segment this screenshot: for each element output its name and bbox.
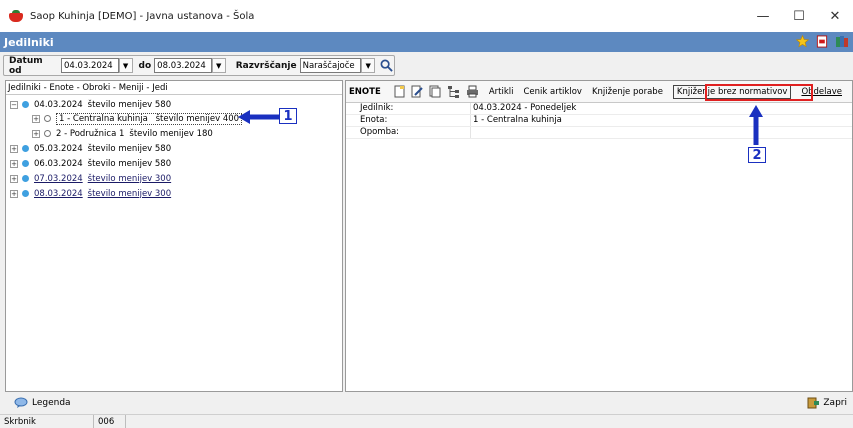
info-key: Opomba: xyxy=(346,127,471,138)
legend-button[interactable]: Legenda xyxy=(14,397,71,409)
print-icon[interactable] xyxy=(466,85,479,99)
node-text: število menijev 580 xyxy=(87,99,172,110)
legend-icon xyxy=(14,397,28,408)
star-icon[interactable] xyxy=(795,34,809,48)
tree-node-centralna[interactable]: + 1 - Centralna kuhinja število menijev … xyxy=(32,112,243,125)
section-label: ENOTE xyxy=(349,86,381,97)
annotation-arrow-left-icon xyxy=(238,110,280,124)
node-date: 07.03.2024 xyxy=(34,173,83,184)
node-text: število menijev 300 xyxy=(87,173,172,184)
expand-icon[interactable]: + xyxy=(10,159,18,168)
node-date: 08.03.2024 xyxy=(34,188,83,199)
window-titlebar: Saop Kuhinja [DEMO] - Javna ustanova - Š… xyxy=(0,0,853,32)
node-dot-icon xyxy=(22,160,29,167)
date-to-dropdown-icon[interactable]: ▼ xyxy=(211,58,226,73)
tree-panel: Jedilniki - Enote - Obroki - Meniji - Je… xyxy=(5,80,343,392)
info-row-jedilnik: Jedilnik: 04.03.2024 - Ponedeljek xyxy=(346,103,852,115)
status-user: Skrbnik xyxy=(0,414,94,428)
tree-header: Jedilniki - Enote - Obroki - Meniji - Je… xyxy=(6,81,342,95)
tree-structure-icon[interactable] xyxy=(447,85,460,99)
pdf-icon[interactable] xyxy=(815,34,829,48)
annotation-number-1: 1 xyxy=(279,108,297,124)
module-header: Jedilniki xyxy=(0,32,853,52)
close-panel-button[interactable]: Zapri xyxy=(806,397,847,409)
close-door-icon xyxy=(807,397,820,409)
node-dot-icon xyxy=(22,190,29,197)
tree-node-05-03[interactable]: + 05.03.2024 število menijev 580 xyxy=(10,142,171,155)
node-text: število menijev 180 xyxy=(129,128,213,139)
books-icon[interactable] xyxy=(835,34,849,48)
module-title: Jedilniki xyxy=(4,35,54,49)
tree-node-04-03[interactable]: − 04.03.2024 število menijev 580 xyxy=(10,98,171,111)
date-to-input[interactable]: 08.03.2024 xyxy=(154,58,212,73)
filter-group: Datum od 04.03.2024 ▼ do 08.03.2024 ▼ Ra… xyxy=(3,55,395,76)
knjizenje-porabe-link[interactable]: Knjiženje porabe xyxy=(592,87,663,97)
status-code: 006 xyxy=(94,414,126,428)
node-circle-icon xyxy=(44,115,51,122)
maximize-button[interactable]: ☐ xyxy=(781,0,817,32)
expand-icon[interactable]: + xyxy=(10,189,18,198)
status-bar: Skrbnik 006 xyxy=(0,414,853,428)
expand-icon[interactable]: + xyxy=(32,114,40,123)
tree-node-06-03[interactable]: + 06.03.2024 število menijev 580 xyxy=(10,157,171,170)
tree-node-podruznica[interactable]: + 2 - Podružnica 1 število menijev 180 xyxy=(32,127,213,140)
close-label: Zapri xyxy=(823,398,847,408)
info-value: 04.03.2024 - Ponedeljek xyxy=(473,103,577,113)
expand-icon[interactable]: + xyxy=(10,144,18,153)
node-text: število menijev 300 xyxy=(87,188,172,199)
artikli-link[interactable]: Artikli xyxy=(489,87,514,97)
node-date: 06.03.2024 xyxy=(34,158,83,169)
annotation-arrow-up-icon xyxy=(749,105,763,145)
annotation-number-2: 2 xyxy=(748,147,766,163)
node-dot-icon xyxy=(22,145,29,152)
node-label: 2 - Podružnica 1 xyxy=(56,128,125,139)
edit-document-icon[interactable] xyxy=(411,85,423,99)
copy-document-icon[interactable] xyxy=(429,85,441,99)
info-value[interactable] xyxy=(471,127,473,138)
window-title: Saop Kuhinja [DEMO] - Javna ustanova - Š… xyxy=(30,10,255,22)
node-circle-icon xyxy=(44,130,51,137)
sort-dropdown-icon[interactable]: ▼ xyxy=(361,58,376,73)
date-from-dropdown-icon[interactable]: ▼ xyxy=(118,58,133,73)
node-text: število menijev 400 xyxy=(155,113,240,124)
expand-icon[interactable]: + xyxy=(32,129,40,138)
info-row-opomba: Opomba: xyxy=(346,127,852,139)
filter-bar: Datum od 04.03.2024 ▼ do 08.03.2024 ▼ Ra… xyxy=(0,52,853,78)
collapse-icon[interactable]: − xyxy=(10,100,18,109)
info-key: Jedilnik: xyxy=(346,103,471,114)
expand-icon[interactable]: + xyxy=(10,174,18,183)
node-label: 1 - Centralna kuhinja xyxy=(59,113,148,124)
info-key: Enota: xyxy=(346,115,471,126)
cenik-artiklov-link[interactable]: Cenik artiklov xyxy=(523,87,581,97)
search-icon[interactable] xyxy=(380,59,394,73)
node-date: 04.03.2024 xyxy=(34,99,83,110)
legend-label: Legenda xyxy=(32,398,71,408)
date-from-input[interactable]: 04.03.2024 xyxy=(61,58,119,73)
tree-node-08-03[interactable]: + 08.03.2024 število menijev 300 xyxy=(10,187,171,200)
node-dot-icon xyxy=(22,101,29,108)
info-row-enota: Enota: 1 - Centralna kuhinja xyxy=(346,115,852,127)
close-window-button[interactable]: ✕ xyxy=(817,0,853,32)
app-pot-icon xyxy=(8,9,24,23)
date-to-label: do xyxy=(138,60,152,71)
details-panel: ENOTE Artikli Cenik artiklov Knjiženje p… xyxy=(345,80,853,392)
node-date: 05.03.2024 xyxy=(34,143,83,154)
new-document-icon[interactable] xyxy=(394,85,405,99)
bottom-bar: Legenda Zapri xyxy=(0,394,853,414)
minimize-button[interactable]: — xyxy=(745,0,781,32)
info-value: 1 - Centralna kuhinja xyxy=(473,115,562,125)
sort-select[interactable]: Naraščajoče xyxy=(299,58,362,73)
date-from-label: Datum od xyxy=(9,55,43,76)
highlight-box xyxy=(705,84,813,101)
tree-node-07-03[interactable]: + 07.03.2024 število menijev 300 xyxy=(10,172,171,185)
selected-node-label[interactable]: 1 - Centralna kuhinja število menijev 40… xyxy=(56,112,243,125)
node-text: število menijev 580 xyxy=(87,143,172,154)
sort-label: Razvrščanje xyxy=(235,60,297,71)
node-text: število menijev 580 xyxy=(87,158,172,169)
node-dot-icon xyxy=(22,175,29,182)
